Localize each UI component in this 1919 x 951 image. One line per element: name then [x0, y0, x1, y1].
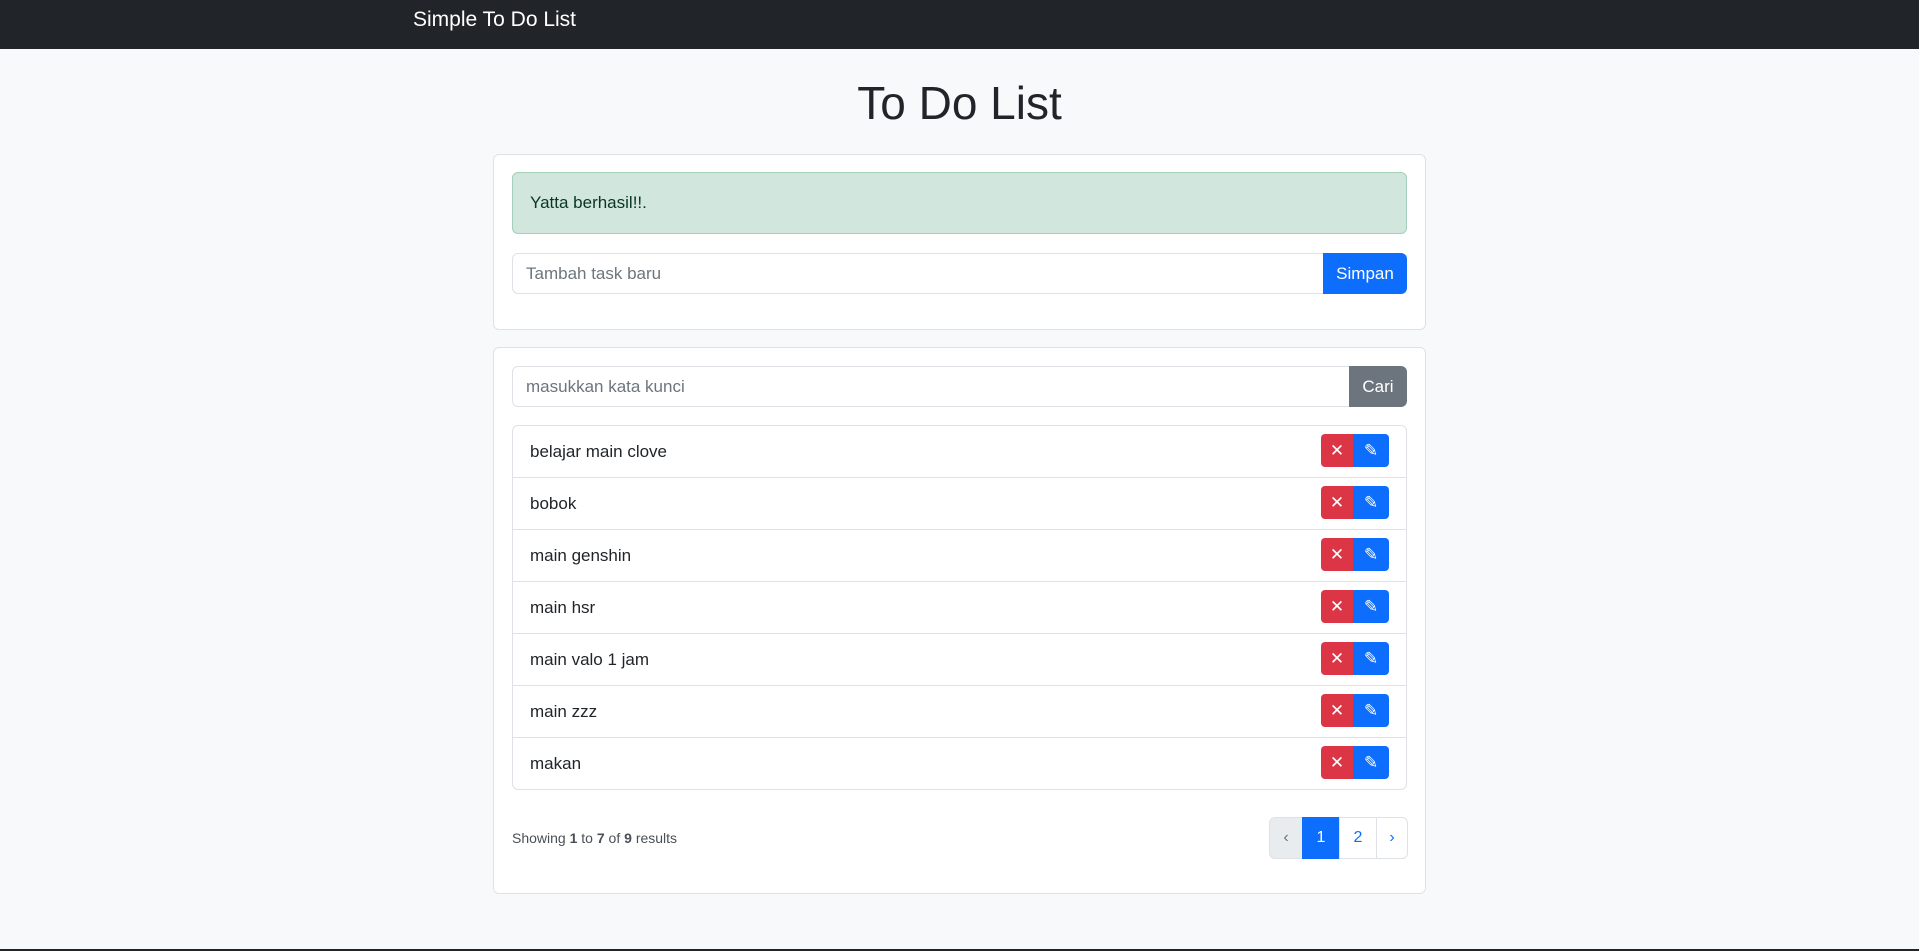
task-actions: ✕ ✎: [1321, 538, 1389, 571]
results-to-word: to: [581, 830, 593, 846]
task-list-card: Cari belajar main clove ✕ ✎ bobok ✕ ✎ ma…: [493, 347, 1426, 894]
task-item: bobok ✕ ✎: [513, 478, 1406, 530]
pagination-page-2[interactable]: 2: [1339, 817, 1377, 859]
edit-task-button[interactable]: ✎: [1353, 538, 1389, 571]
delete-task-button[interactable]: ✕: [1321, 434, 1353, 467]
navbar: Simple To Do List: [0, 0, 1919, 49]
page-title: To Do List: [857, 77, 1062, 129]
task-actions: ✕ ✎: [1321, 642, 1389, 675]
edit-task-button[interactable]: ✎: [1353, 746, 1389, 779]
results-prefix: Showing: [512, 830, 566, 846]
delete-task-button[interactable]: ✕: [1321, 694, 1353, 727]
edit-task-button[interactable]: ✎: [1353, 434, 1389, 467]
pencil-icon: ✎: [1363, 492, 1379, 512]
edit-task-button[interactable]: ✎: [1353, 486, 1389, 519]
close-icon: ✕: [1329, 648, 1345, 668]
task-actions: ✕ ✎: [1321, 746, 1389, 779]
pencil-icon: ✎: [1363, 648, 1379, 668]
results-summary: Showing 1 to 7 of 9 results: [512, 829, 677, 847]
edit-task-button[interactable]: ✎: [1353, 694, 1389, 727]
close-icon: ✕: [1329, 596, 1345, 616]
edit-task-button[interactable]: ✎: [1353, 642, 1389, 675]
pencil-icon: ✎: [1363, 440, 1379, 460]
task-title: makan: [530, 753, 582, 773]
task-actions: ✕ ✎: [1321, 590, 1389, 623]
delete-task-button[interactable]: ✕: [1321, 642, 1353, 675]
task-actions: ✕ ✎: [1321, 434, 1389, 467]
pagination-page-1[interactable]: 1: [1302, 817, 1340, 859]
close-icon: ✕: [1329, 752, 1345, 772]
delete-task-button[interactable]: ✕: [1321, 590, 1353, 623]
task-actions: ✕ ✎: [1321, 486, 1389, 519]
delete-task-button[interactable]: ✕: [1321, 486, 1353, 519]
search-input[interactable]: [512, 366, 1349, 407]
new-task-input[interactable]: [512, 253, 1323, 294]
close-icon: ✕: [1329, 700, 1345, 720]
results-of-word: of: [608, 830, 621, 846]
navbar-brand[interactable]: Simple To Do List: [413, 8, 576, 32]
results-from: 1: [569, 830, 578, 846]
task-title: main zzz: [530, 701, 598, 721]
task-item: main hsr ✕ ✎: [513, 582, 1406, 634]
search-button[interactable]: Cari: [1349, 366, 1407, 407]
results-suffix: results: [635, 830, 678, 846]
task-item: main zzz ✕ ✎: [513, 686, 1406, 738]
pencil-icon: ✎: [1363, 596, 1379, 616]
delete-task-button[interactable]: ✕: [1321, 746, 1353, 779]
save-button[interactable]: Simpan: [1323, 253, 1407, 294]
delete-task-button[interactable]: ✕: [1321, 538, 1353, 571]
pagination-next[interactable]: ›: [1376, 817, 1408, 859]
edit-task-button[interactable]: ✎: [1353, 590, 1389, 623]
task-list: belajar main clove ✕ ✎ bobok ✕ ✎ main ge…: [512, 425, 1407, 790]
task-title: main genshin: [530, 545, 632, 565]
close-icon: ✕: [1329, 440, 1345, 460]
task-actions: ✕ ✎: [1321, 694, 1389, 727]
task-title: belajar main clove: [530, 441, 668, 461]
pencil-icon: ✎: [1363, 752, 1379, 772]
pagination-prev[interactable]: ‹: [1269, 817, 1303, 859]
pencil-icon: ✎: [1363, 700, 1379, 720]
add-task-form: Simpan: [512, 253, 1407, 294]
add-task-card: Yatta berhasil!!. Simpan: [493, 154, 1426, 330]
task-item: makan ✕ ✎: [513, 738, 1406, 789]
task-title: main hsr: [530, 597, 596, 617]
task-title: main valo 1 jam: [530, 649, 650, 669]
close-icon: ✕: [1329, 544, 1345, 564]
task-item: main valo 1 jam ✕ ✎: [513, 634, 1406, 686]
results-total: 9: [624, 830, 632, 846]
search-form: Cari: [512, 366, 1407, 407]
task-title: bobok: [530, 493, 577, 513]
results-to: 7: [596, 830, 605, 846]
pencil-icon: ✎: [1363, 544, 1379, 564]
success-alert: Yatta berhasil!!.: [512, 172, 1407, 234]
task-item: main genshin ✕ ✎: [513, 530, 1406, 582]
pagination: ‹ 1 2 ›: [1269, 817, 1408, 859]
close-icon: ✕: [1329, 492, 1345, 512]
task-item: belajar main clove ✕ ✎: [513, 426, 1406, 478]
